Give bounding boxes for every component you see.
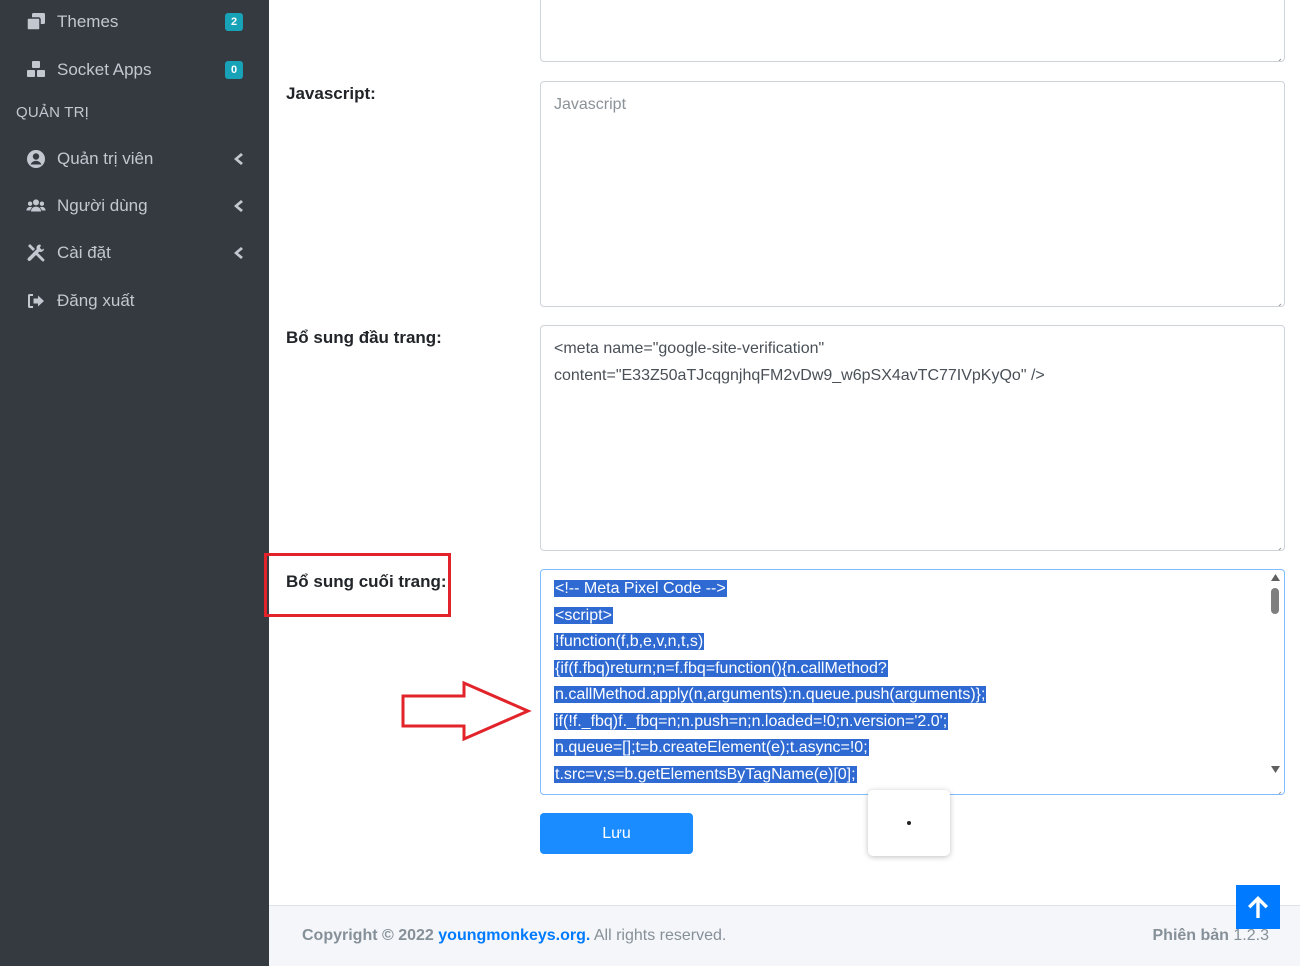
copyright-prefix: Copyright © 2022 [302,927,434,944]
footer-code-line: t.src=v;s=b.getElementsByTagName(e)[0]; [554,765,857,783]
annotation-highlight-box [264,553,451,617]
footer-code-line: n.queue=[];t=b.createElement(e);t.async=… [554,739,869,756]
sidebar-item-logout[interactable]: Đăng xuất [0,279,269,323]
save-button[interactable]: Lưu [540,813,693,854]
resize-handle-icon[interactable] [1273,783,1282,794]
footer-code-textarea[interactable]: <!-- Meta Pixel Code --> <script> !funct… [540,569,1285,795]
copyright-text: Copyright © 2022 youngmonkeys.org. All r… [302,927,726,945]
resize-handle-icon[interactable] [1273,50,1282,61]
back-to-top-button[interactable] [1236,885,1280,929]
loading-popup [868,790,950,856]
sidebar-item-settings[interactable]: Cài đặt [0,231,269,275]
sidebar-item-label: Cài đặt [57,243,111,262]
header-code-label: Bổ sung đầu trang: [286,328,442,347]
header-code-line: content="E33Z50aTJcqgnjhqFM2vDw9_w6pSX4a… [554,366,1045,384]
cubes-icon [24,58,48,82]
resize-handle-icon[interactable] [1273,539,1282,550]
resize-handle-icon[interactable] [1273,295,1282,306]
page-footer: Copyright © 2022 youngmonkeys.org. All r… [269,905,1300,966]
user-circle-icon [24,147,48,171]
annotation-arrow-icon [401,680,532,742]
copyright-suffix: All rights reserved. [593,927,727,944]
sidebar-item-label: Đăng xuất [57,291,135,310]
tools-icon [24,241,48,265]
sidebar-item-label: Quản trị viên [57,149,154,168]
previous-textarea[interactable] [540,0,1285,62]
version-label: Phiên bản [1152,927,1229,944]
javascript-textarea[interactable]: Javascript [540,81,1285,307]
javascript-label: Javascript: [286,84,376,103]
sidebar-section-header: QUẢN TRỊ [16,104,89,121]
count-badge: 2 [225,13,243,31]
footer-code-line: if(!f._fbq)f._fbq=n;n.push=n;n.loaded=!0… [554,712,949,730]
sidebar-item-label: Người dùng [57,196,148,215]
footer-code-line: n.callMethod.apply(n,arguments):n.queue.… [554,686,987,703]
arrow-up-icon [1248,896,1268,918]
sidebar-item-themes[interactable]: Themes 2 [0,0,269,44]
version-text: Phiên bản 1.2.3 [1153,927,1270,945]
version-value: 1.2.3 [1233,927,1269,944]
footer-code-line: <script> [554,606,613,624]
chevron-left-icon [232,152,244,166]
scroll-down-arrow-icon[interactable] [1270,766,1280,774]
sidebar-item-label: Themes [57,12,119,31]
users-icon [24,194,48,218]
window-restore-icon [24,10,48,34]
sidebar-item-admins[interactable]: Quản trị viên [0,137,269,181]
count-badge: 0 [225,61,243,79]
sidebar: Themes 2 Socket Apps 0 QUẢN TRỊ Quản trị… [0,0,269,966]
textarea-scrollbar[interactable] [1270,574,1280,774]
header-code-textarea[interactable]: <meta name="google-site-verification" co… [540,325,1285,551]
loading-dot-icon [907,821,911,825]
chevron-left-icon [232,246,244,260]
copyright-link[interactable]: youngmonkeys.org. [438,927,590,944]
header-code-line: <meta name="google-site-verification" [554,340,825,357]
sidebar-item-label: Socket Apps [57,60,152,79]
scroll-up-arrow-icon[interactable] [1270,574,1280,582]
settings-form: Javascript: Javascript Bổ sung đầu trang… [269,0,1300,905]
chevron-left-icon [232,199,244,213]
footer-code-line: {if(f.fbq)return;n=f.fbq=function(){n.ca… [554,659,888,677]
sidebar-item-socket-apps[interactable]: Socket Apps 0 [0,48,269,92]
footer-code-line: <!-- Meta Pixel Code --> [554,580,727,597]
scroll-thumb[interactable] [1271,588,1279,614]
sign-out-icon [24,289,48,313]
javascript-placeholder: Javascript [554,96,627,113]
footer-code-line: !function(f,b,e,v,n,t,s) [554,633,705,650]
sidebar-item-users[interactable]: Người dùng [0,184,269,228]
